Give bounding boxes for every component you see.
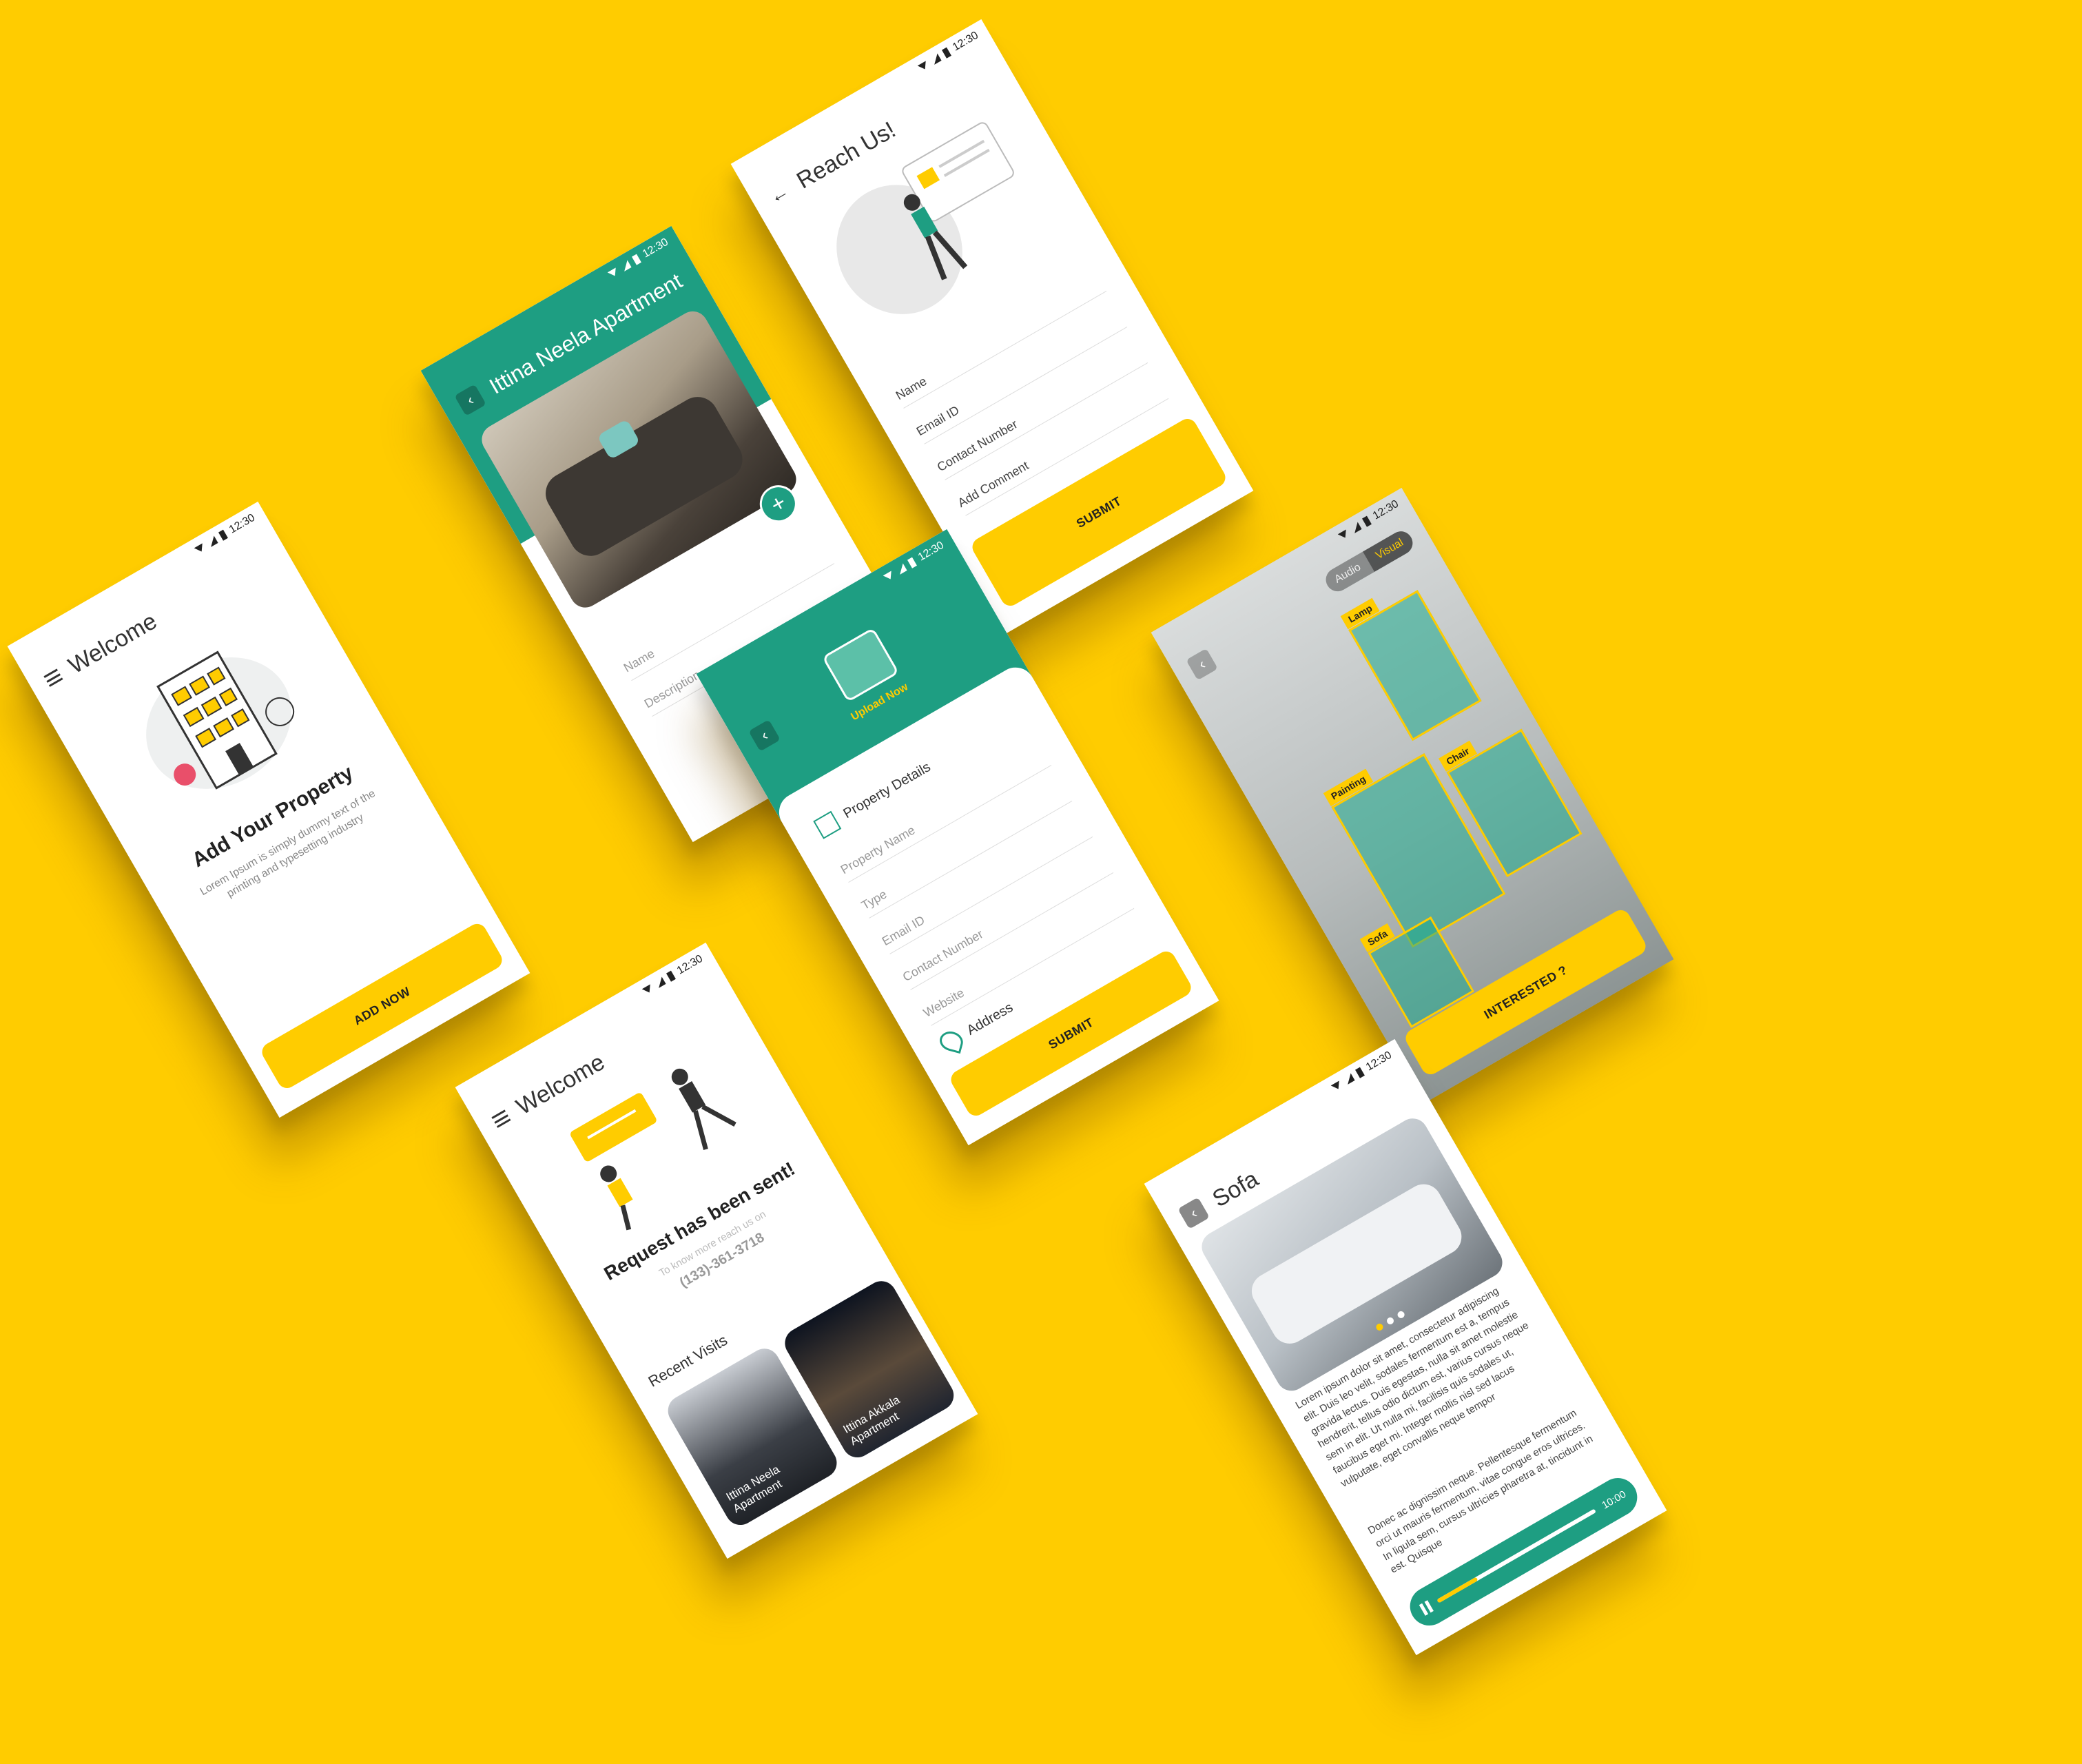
pause-icon[interactable] <box>1419 1600 1434 1616</box>
add-now-button[interactable]: ADD NOW <box>258 920 506 1092</box>
recent-visit-title: Ittina Neela Apartment <box>723 1462 785 1516</box>
wifi-icon <box>608 267 619 278</box>
request-sent-screen: 12:30 Welcome Request has been sent! To … <box>455 942 978 1559</box>
status-time: 12:30 <box>1363 1049 1394 1074</box>
signal-icon <box>620 260 632 271</box>
ar-scan-screen: 12:30 ‹ Audio Visual Lamp Painting Chair… <box>1151 487 1674 1105</box>
wifi-icon <box>642 984 654 995</box>
battery-icon <box>631 254 641 265</box>
recent-visit-title: Ittina Apar <box>965 1343 978 1381</box>
wifi-icon <box>1331 1080 1343 1091</box>
status-time: 12:30 <box>950 29 981 54</box>
battery-icon <box>941 47 951 59</box>
battery-icon <box>907 557 917 568</box>
menu-icon[interactable] <box>491 1109 511 1128</box>
lamp-label: Lamp <box>1340 597 1380 630</box>
add-property-screen: 12:30 Welcome Add Your Property Lorem Ip… <box>7 501 530 1118</box>
status-time: 12:30 <box>674 952 705 977</box>
signal-icon <box>1350 522 1362 533</box>
wifi-icon <box>1338 529 1350 540</box>
visual-tab[interactable]: Visual <box>1362 526 1417 573</box>
wifi-icon <box>883 571 895 582</box>
sofa-detail-screen: 12:30 ‹ Sofa Lorem ipsum dolor sit amet,… <box>1144 1038 1667 1656</box>
battery-icon <box>1354 1067 1365 1078</box>
back-button[interactable]: ‹ <box>1177 1197 1210 1229</box>
signal-icon <box>1343 1073 1355 1085</box>
battery-icon <box>218 529 228 541</box>
menu-icon[interactable] <box>43 668 63 687</box>
signal-icon <box>930 53 942 65</box>
audio-time: 10:00 <box>1599 1488 1628 1512</box>
status-time: 12:30 <box>227 511 258 536</box>
battery-icon <box>666 970 676 982</box>
sofa-label: Sofa <box>1359 923 1395 953</box>
wifi-icon <box>194 543 206 554</box>
status-time: 12:30 <box>1370 498 1401 522</box>
audio-progress-fill <box>1436 1577 1478 1603</box>
signal-icon <box>896 563 907 575</box>
back-arrow-icon[interactable]: ← <box>765 180 793 208</box>
recent-visit-title: Ittina Akkala Apartment <box>841 1393 903 1448</box>
page-title: Sofa <box>1208 1165 1263 1213</box>
wifi-icon <box>918 61 929 72</box>
signal-icon <box>207 535 218 547</box>
battery-icon <box>1361 515 1372 527</box>
signal-icon <box>655 976 666 988</box>
painting-label: Painting <box>1323 768 1374 807</box>
submit-button[interactable]: SUBMIT <box>969 415 1229 610</box>
chair-label: Chair <box>1438 740 1477 772</box>
back-button[interactable]: ‹ <box>1186 648 1218 681</box>
detected-lamp[interactable]: Lamp <box>1340 590 1482 741</box>
